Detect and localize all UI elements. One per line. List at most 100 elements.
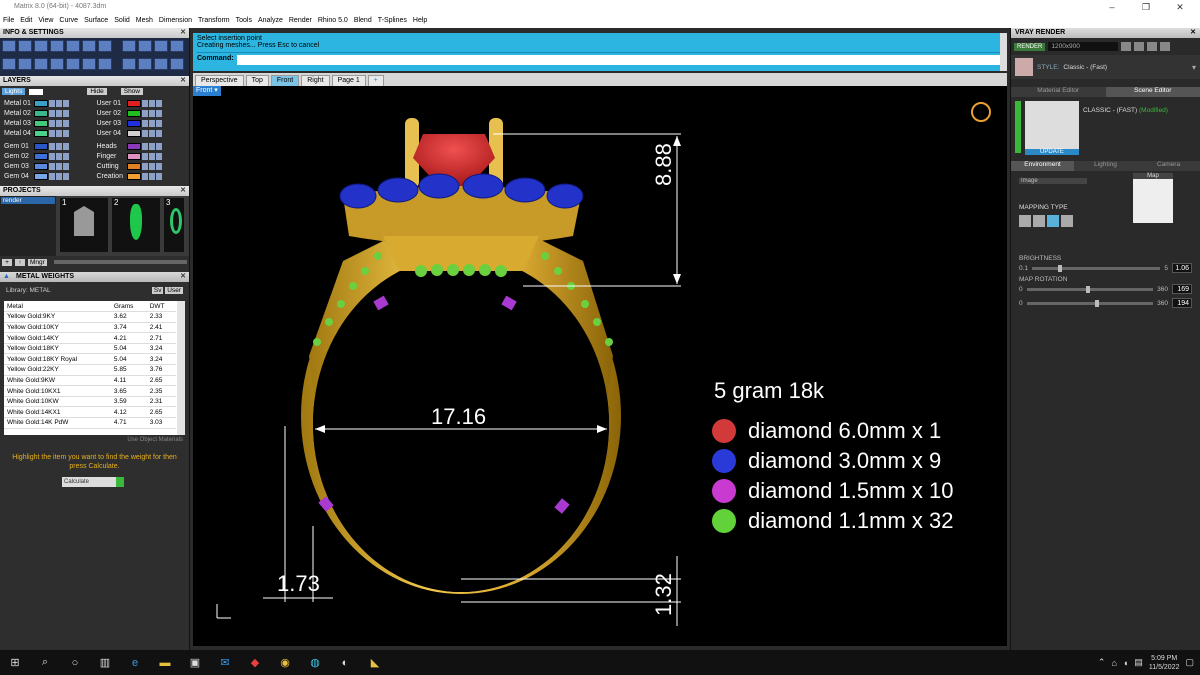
mapping-option-icon[interactable] [1019, 215, 1031, 227]
gear-icon[interactable] [2, 40, 16, 52]
table-row[interactable]: White Gold:10KX1 3.65 2.35 [4, 385, 176, 397]
store-icon[interactable]: ▣ [180, 650, 210, 675]
layer-color-swatch[interactable] [126, 99, 141, 107]
menu-tools[interactable]: Tools [236, 14, 252, 28]
render-option-icon[interactable] [1134, 42, 1145, 51]
eye-icon[interactable] [141, 119, 148, 127]
layer-color-swatch[interactable] [34, 109, 48, 117]
menu-surface[interactable]: Surface [84, 14, 108, 28]
table-row[interactable]: Yellow Gold:18KY Royal 5.04 3.24 [4, 353, 176, 366]
render-option-icon[interactable] [1160, 42, 1171, 51]
print-icon[interactable] [63, 142, 69, 150]
tab-environment[interactable]: Environment [1011, 161, 1074, 171]
matrix-icon[interactable]: ◣ [360, 650, 390, 675]
tool-icon[interactable] [82, 58, 96, 70]
eye-icon[interactable] [141, 162, 148, 170]
layer-row[interactable]: Heads [95, 141, 188, 151]
layer-color-swatch[interactable] [126, 109, 141, 117]
lock-icon[interactable] [148, 152, 155, 160]
app-icon[interactable]: ◆ [240, 650, 270, 675]
chrome-icon[interactable]: ◉ [270, 650, 300, 675]
slider-knob[interactable] [1094, 299, 1099, 307]
tab-right[interactable]: Right [301, 75, 330, 86]
rotation-slider-1[interactable] [1026, 285, 1154, 293]
project-thumb[interactable]: 2 [112, 198, 160, 252]
add-tab-icon[interactable]: + [367, 75, 384, 86]
tool-icon[interactable] [2, 58, 16, 70]
eye-icon[interactable] [49, 172, 55, 180]
tab-page1[interactable]: Page 1 [331, 75, 366, 86]
close-button[interactable]: ✕ [1166, 0, 1194, 14]
layer-row[interactable]: User 02 [95, 108, 188, 118]
layer-color-swatch[interactable] [126, 162, 141, 170]
mapping-option-icon[interactable] [1047, 215, 1059, 227]
eye-icon[interactable] [141, 142, 148, 150]
project-thumb[interactable]: 3 [164, 198, 184, 252]
lock-icon[interactable] [56, 129, 62, 137]
layer-filter[interactable]: Lights [2, 88, 26, 95]
menu-render[interactable]: Render [289, 14, 312, 28]
tool-icon[interactable] [18, 40, 32, 52]
table-row[interactable]: Yellow Gold:22KY 5.85 3.76 [4, 364, 176, 376]
add-project-button[interactable]: + [2, 258, 12, 266]
tab-perspective[interactable]: Perspective [195, 75, 244, 86]
mail-icon[interactable]: ✉ [210, 650, 240, 675]
clock[interactable]: 5:09 PM 11/5/2022 [1149, 654, 1180, 672]
layer-row[interactable]: Gem 02 [2, 151, 95, 161]
tool-icon[interactable] [66, 40, 80, 52]
layer-color-swatch[interactable] [126, 172, 141, 180]
resolution-field[interactable]: 1200x900 [1048, 42, 1119, 51]
column-header[interactable]: DWT [146, 301, 176, 313]
layer-row[interactable]: Gem 01 [2, 141, 95, 151]
layer-row[interactable]: User 03 [95, 118, 188, 128]
manager-button[interactable]: Mngr [28, 258, 47, 266]
print-icon[interactable] [155, 109, 162, 117]
layer-row[interactable]: Gem 03 [2, 161, 95, 171]
tool-icon[interactable] [82, 40, 96, 52]
render-button[interactable]: RENDER [1014, 42, 1046, 51]
tool-icon[interactable] [170, 58, 184, 70]
print-icon[interactable] [63, 119, 69, 127]
layer-row[interactable]: Metal 02 [2, 108, 95, 118]
tab-front[interactable]: Front [270, 75, 300, 86]
mapping-option-icon[interactable] [1033, 215, 1045, 227]
tool-icon[interactable] [50, 40, 64, 52]
table-row[interactable]: White Gold:9KW 4.11 2.65 [4, 375, 176, 387]
map-preview[interactable]: Map [1133, 173, 1173, 223]
table-row[interactable]: Yellow Gold:9KY 3.62 2.33 [4, 311, 176, 323]
render-option-icon[interactable] [1121, 42, 1132, 51]
lock-icon[interactable] [148, 99, 155, 107]
menu-transform[interactable]: Transform [198, 14, 230, 28]
close-icon[interactable]: ✕ [180, 272, 186, 282]
eye-icon[interactable] [49, 109, 55, 117]
style-value[interactable]: Classic - (Fast) [1063, 64, 1107, 71]
layer-color-swatch[interactable] [126, 119, 141, 127]
menu-blend[interactable]: Blend [354, 14, 372, 28]
search-icon[interactable]: ⌕ [30, 650, 60, 675]
eye-icon[interactable] [141, 99, 148, 107]
hide-button[interactable]: Hide [87, 88, 107, 95]
layer-color-swatch[interactable] [34, 129, 48, 137]
edge-icon[interactable]: e [120, 650, 150, 675]
layer-color-swatch[interactable] [126, 129, 141, 137]
print-icon[interactable] [155, 162, 162, 170]
print-icon[interactable] [155, 172, 162, 180]
library-user-button[interactable]: User [165, 287, 183, 294]
tab-material-editor[interactable]: Material Editor [1011, 87, 1106, 97]
layer-color-swatch[interactable] [34, 152, 48, 160]
lock-icon[interactable] [56, 119, 62, 127]
table-row[interactable]: Yellow Gold:10KY 3.74 2.41 [4, 322, 176, 334]
layer-row[interactable]: Metal 04 [2, 128, 95, 138]
lock-icon[interactable] [56, 109, 62, 117]
mapping-option-icon[interactable] [1061, 215, 1073, 227]
chevron-up-icon[interactable]: ⌃ [1098, 657, 1106, 668]
print-icon[interactable] [155, 99, 162, 107]
layer-color-swatch[interactable] [34, 142, 48, 150]
eye-icon[interactable] [49, 142, 55, 150]
layer-row[interactable]: Creation [95, 171, 188, 181]
lock-icon[interactable] [148, 129, 155, 137]
network-icon[interactable]: ⌂ [1111, 658, 1116, 668]
layer-row[interactable]: Gem 04 [2, 171, 95, 181]
table-row[interactable]: White Gold:14KX1 4.12 2.65 [4, 406, 176, 419]
slider-knob[interactable] [1057, 264, 1062, 272]
